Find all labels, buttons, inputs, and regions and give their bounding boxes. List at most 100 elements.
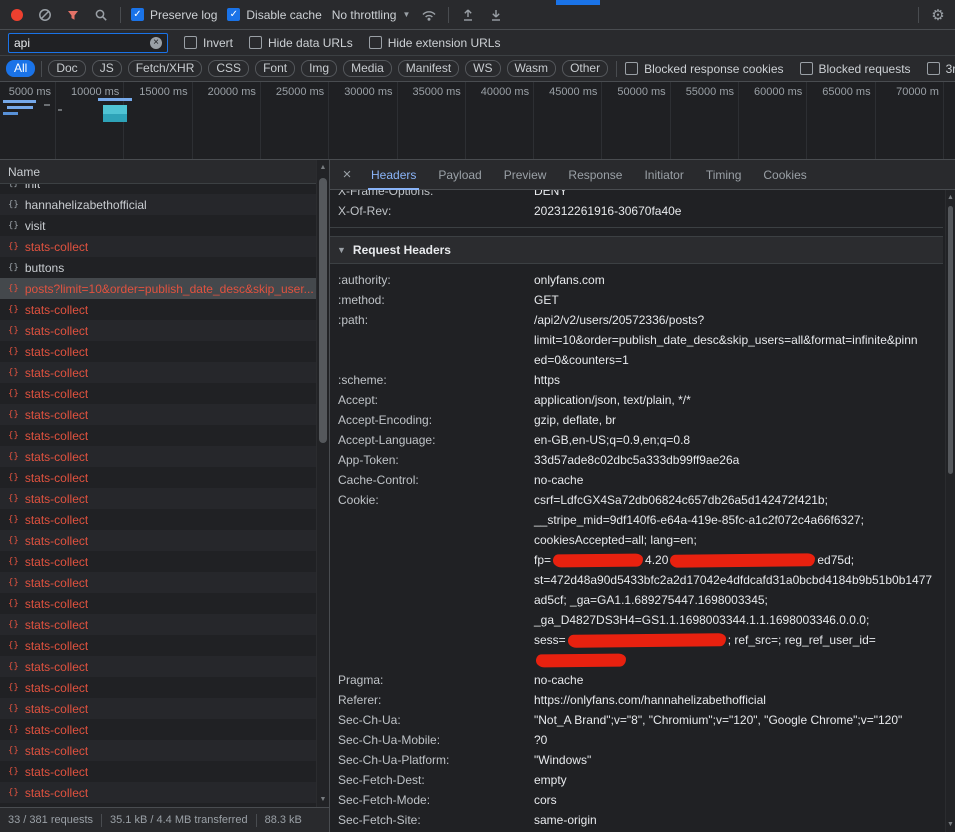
scroll-up-icon[interactable]: ▲ — [317, 161, 329, 174]
request-name: stats-collect — [25, 408, 88, 422]
scrollbar-thumb[interactable] — [948, 206, 953, 474]
filter-chip-all[interactable]: All — [6, 60, 35, 77]
clear-button[interactable] — [36, 6, 54, 24]
tab-timing[interactable]: Timing — [695, 160, 753, 190]
request-row[interactable]: {}init — [0, 184, 316, 194]
filter-chip-wasm[interactable]: Wasm — [507, 60, 557, 77]
blocked-requests-checkbox[interactable]: ✓Blocked requests — [800, 62, 911, 76]
header-value: "Not_A Brand";v="8", "Chromium";v="120",… — [534, 710, 943, 730]
record-button[interactable] — [8, 6, 26, 24]
request-row[interactable]: {}stats-collect — [0, 320, 316, 341]
filter-chip-manifest[interactable]: Manifest — [398, 60, 459, 77]
filter-chip-fetch-xhr[interactable]: Fetch/XHR — [128, 60, 203, 77]
header-value: en-GB,en-US;q=0.9,en;q=0.8 — [534, 430, 943, 450]
import-har-button[interactable] — [459, 6, 477, 24]
request-row[interactable]: {}stats-collect — [0, 740, 316, 761]
disable-cache-checkbox[interactable]: ✓ Disable cache — [227, 8, 321, 22]
request-row[interactable]: {}stats-collect — [0, 467, 316, 488]
waterfall-bar — [7, 106, 33, 109]
request-row[interactable]: {}visit — [0, 215, 316, 236]
script-file-icon: {} — [8, 557, 19, 567]
network-toolbar: ✓ Preserve log ✓ Disable cache No thrott… — [0, 0, 955, 30]
header-name: Accept-Encoding: — [338, 410, 534, 430]
request-row[interactable]: {}stats-collect — [0, 782, 316, 803]
request-row[interactable]: {}stats-collect — [0, 425, 316, 446]
request-row[interactable]: {}stats-collect — [0, 509, 316, 530]
tab-initiator[interactable]: Initiator — [633, 160, 694, 190]
request-name: stats-collect — [25, 513, 88, 527]
filter-chip-other[interactable]: Other — [562, 60, 608, 77]
request-row[interactable]: {}stats-collect — [0, 341, 316, 362]
request-rows: {}init{}hannahelizabethofficial{}visit{}… — [0, 184, 316, 807]
request-row[interactable]: {}stats-collect — [0, 362, 316, 383]
request-row[interactable]: {}stats-collect — [0, 656, 316, 677]
hide-data-urls-checkbox[interactable]: ✓ Hide data URLs — [249, 36, 353, 50]
header-row: Referer:https://onlyfans.com/hannaheliza… — [330, 690, 943, 710]
request-row[interactable]: {}stats-collect — [0, 488, 316, 509]
filter-button[interactable] — [64, 6, 82, 24]
export-har-button[interactable] — [487, 6, 505, 24]
filter-chip-ws[interactable]: WS — [465, 60, 500, 77]
filter-chip-media[interactable]: Media — [343, 60, 392, 77]
request-row[interactable]: {}stats-collect — [0, 614, 316, 635]
request-row[interactable]: {}posts?limit=10&order=publish_date_desc… — [0, 278, 316, 299]
clear-filter-icon[interactable]: × — [150, 37, 162, 49]
grid-line — [192, 82, 193, 159]
network-conditions-button[interactable] — [420, 6, 438, 24]
filter-chip-css[interactable]: CSS — [208, 60, 249, 77]
search-button[interactable] — [92, 6, 110, 24]
checkbox-unchecked-icon: ✓ — [800, 62, 813, 75]
request-row[interactable]: {}stats-collect — [0, 404, 316, 425]
header-value: cors — [534, 790, 943, 810]
request-name: stats-collect — [25, 450, 88, 464]
request-row[interactable]: {}stats-collect — [0, 803, 316, 807]
request-row[interactable]: {}stats-collect — [0, 719, 316, 740]
request-row[interactable]: {}stats-collect — [0, 698, 316, 719]
scroll-up-icon[interactable]: ▲ — [946, 191, 955, 204]
filter-chip-img[interactable]: Img — [301, 60, 337, 77]
filter-input[interactable] — [14, 36, 146, 50]
request-row[interactable]: {}stats-collect — [0, 383, 316, 404]
request-row[interactable]: {}stats-collect — [0, 236, 316, 257]
throttling-dropdown[interactable]: No throttling ▼ — [332, 8, 411, 22]
request-row[interactable]: {}stats-collect — [0, 530, 316, 551]
request-row[interactable]: {}buttons — [0, 257, 316, 278]
filter-chip-font[interactable]: Font — [255, 60, 295, 77]
request-row[interactable]: {}stats-collect — [0, 677, 316, 698]
hide-extension-urls-checkbox[interactable]: ✓ Hide extension URLs — [369, 36, 501, 50]
timeline-overview[interactable]: 5000 ms10000 ms15000 ms20000 ms25000 ms3… — [0, 82, 955, 160]
request-row[interactable]: {}stats-collect — [0, 299, 316, 320]
close-icon[interactable]: × — [334, 166, 360, 183]
scrollbar-thumb[interactable] — [319, 178, 327, 443]
requests-scrollbar[interactable]: ▲ ▼ — [316, 160, 329, 807]
scroll-down-icon[interactable]: ▼ — [317, 793, 329, 806]
summary-divider — [101, 814, 102, 827]
network-conditions-icon — [421, 8, 437, 22]
request-row[interactable]: {}hannahelizabethofficial — [0, 194, 316, 215]
details-scrollbar[interactable]: ▲ ▼ — [945, 190, 955, 832]
tab-cookies[interactable]: Cookies — [752, 160, 817, 190]
request-row[interactable]: {}stats-collect — [0, 761, 316, 782]
tab-headers[interactable]: Headers — [360, 160, 427, 190]
tab-preview[interactable]: Preview — [493, 160, 558, 190]
request-name: stats-collect — [25, 345, 88, 359]
time-tick-label: 65000 ms — [813, 86, 871, 98]
request-row[interactable]: {}stats-collect — [0, 593, 316, 614]
request-name: visit — [25, 219, 46, 233]
invert-checkbox[interactable]: ✓ Invert — [184, 36, 233, 50]
scroll-down-icon[interactable]: ▼ — [946, 818, 955, 831]
request-row[interactable]: {}stats-collect — [0, 572, 316, 593]
filter-chip-doc[interactable]: Doc — [48, 60, 85, 77]
name-column-header[interactable]: Name — [0, 160, 329, 184]
blocked-response-cookies-checkbox[interactable]: ✓Blocked response cookies — [625, 62, 783, 76]
request-headers-section[interactable]: ▼ Request Headers — [330, 236, 943, 264]
preserve-log-checkbox[interactable]: ✓ Preserve log — [131, 8, 217, 22]
settings-button[interactable]: ⚙ — [929, 6, 947, 24]
request-row[interactable]: {}stats-collect — [0, 446, 316, 467]
tab-payload[interactable]: Payload — [427, 160, 492, 190]
filter-chip-js[interactable]: JS — [92, 60, 122, 77]
request-row[interactable]: {}stats-collect — [0, 635, 316, 656]
tab-response[interactable]: Response — [557, 160, 633, 190]
3rd-party-requests-checkbox[interactable]: ✓3rd-party requests — [927, 62, 955, 76]
request-row[interactable]: {}stats-collect — [0, 551, 316, 572]
